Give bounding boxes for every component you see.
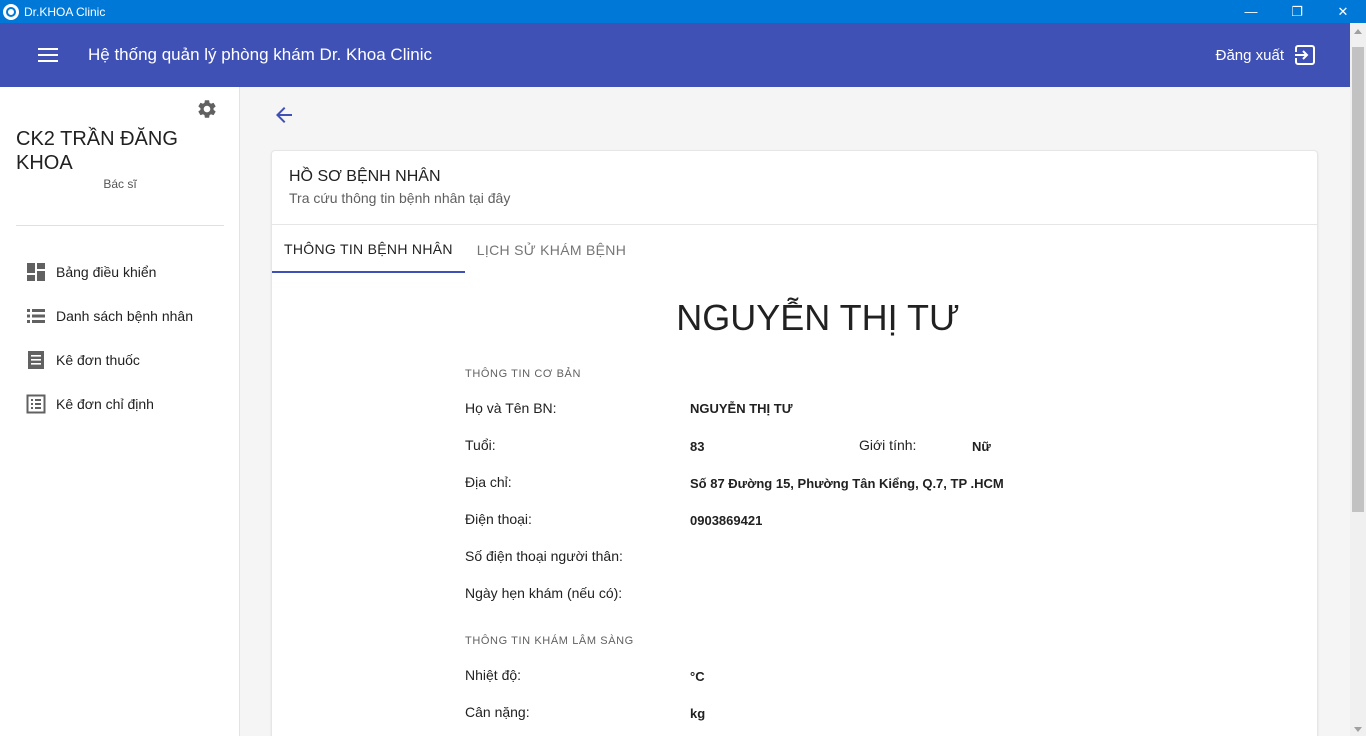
minimize-button[interactable]: — (1228, 0, 1274, 23)
weight-label: Cân nặng: (465, 704, 530, 720)
record-tabs: THÔNG TIN BỆNH NHÂN LỊCH SỬ KHÁM BỆNH (272, 226, 638, 273)
doctor-role: Bác sĩ (103, 177, 137, 191)
sidebar-item-patient-list[interactable]: Danh sách bệnh nhân (0, 294, 240, 338)
tab-patient-info[interactable]: THÔNG TIN BỆNH NHÂN (272, 226, 465, 273)
restore-button[interactable]: ❐ (1274, 0, 1320, 23)
name-label: Họ và Tên BN: (465, 400, 557, 416)
scroll-down-icon[interactable] (1354, 727, 1362, 732)
dashboard-icon (26, 262, 46, 282)
logout-label: Đăng xuất (1215, 46, 1284, 64)
list-icon (26, 306, 46, 326)
menu-button[interactable] (24, 31, 72, 79)
logout-button[interactable]: Đăng xuất (1216, 39, 1316, 71)
sidebar-item-dashboard[interactable]: Bảng điều khiển (0, 250, 240, 294)
relative-phone-label: Số điện thoại người thân: (465, 548, 623, 564)
age-value: 83 (690, 439, 705, 454)
app-title: Hệ thống quản lý phòng khám Dr. Khoa Cli… (88, 45, 432, 64)
age-label: Tuổi: (465, 437, 496, 453)
page-scrollbar[interactable] (1350, 23, 1366, 736)
sidebar-item-label: Bảng điều khiển (56, 264, 157, 280)
scrollbar-thumb[interactable] (1352, 47, 1364, 512)
section-clinical-info: THÔNG TIN KHÁM LÂM SÀNG (465, 635, 634, 647)
window-title: Dr.KHOA Clinic (24, 4, 106, 19)
sidebar: CK2 TRẦN ĐĂNG KHOA Bác sĩ Bảng điều khiể… (0, 87, 240, 736)
exit-icon (1294, 45, 1315, 65)
window-titlebar: Dr.KHOA Clinic — ❐ ✕ (0, 0, 1366, 23)
appointment-label: Ngày hẹn khám (nếu có): (465, 585, 623, 601)
name-value: NGUYỄN THỊ TƯ (690, 401, 793, 416)
back-arrow-icon[interactable] (272, 103, 296, 127)
hamburger-menu-icon (38, 48, 58, 62)
sidebar-item-label: Kê đơn chỉ định (56, 396, 154, 412)
phone-label: Điện thoại: (465, 511, 532, 527)
card-header: HỒ SƠ BỆNH NHÂN Tra cứu thông tin bệnh n… (272, 151, 1317, 225)
address-value: Số 87 Đường 15, Phường Tân Kiểng, Q.7, T… (690, 476, 1004, 491)
doctor-name: CK2 TRẦN ĐĂNG KHOA (16, 128, 178, 174)
receipt-icon (26, 350, 46, 370)
gender-value: Nữ (972, 439, 991, 454)
scroll-up-icon[interactable] (1354, 29, 1362, 34)
temperature-label: Nhiệt độ: (465, 667, 522, 683)
tab-visit-history[interactable]: LỊCH SỬ KHÁM BỆNH (465, 226, 638, 273)
list-alt-icon (26, 394, 46, 414)
app-logo-icon (3, 3, 19, 20)
gear-icon[interactable] (196, 98, 218, 120)
gender-label: Giới tính: (859, 437, 917, 453)
sidebar-item-label: Kê đơn thuốc (56, 352, 140, 368)
phone-value: 0903869421 (690, 513, 763, 528)
section-basic-info: THÔNG TIN CƠ BẢN (465, 368, 582, 380)
sidebar-item-prescription[interactable]: Kê đơn thuốc (0, 338, 240, 382)
card-title: HỒ SƠ BỆNH NHÂN (289, 168, 441, 185)
patient-name-heading: NGUYỄN THỊ TƯ (676, 297, 960, 338)
address-label: Địa chỉ: (465, 474, 512, 490)
close-button[interactable]: ✕ (1320, 0, 1366, 23)
patient-record-card: HỒ SƠ BỆNH NHÂN Tra cứu thông tin bệnh n… (271, 150, 1318, 736)
sidebar-nav: Bảng điều khiển Danh sách bệnh nhân Kê đ… (0, 250, 240, 426)
sidebar-divider (16, 225, 224, 226)
temperature-value: °C (690, 669, 705, 684)
weight-value: kg (690, 706, 706, 721)
sidebar-item-label: Danh sách bệnh nhân (56, 308, 193, 324)
window-controls: — ❐ ✕ (1228, 0, 1366, 23)
app-header: Hệ thống quản lý phòng khám Dr. Khoa Cli… (0, 23, 1350, 87)
card-subtitle: Tra cứu thông tin bệnh nhân tại đây (289, 190, 511, 206)
sidebar-item-orders[interactable]: Kê đơn chỉ định (0, 382, 240, 426)
